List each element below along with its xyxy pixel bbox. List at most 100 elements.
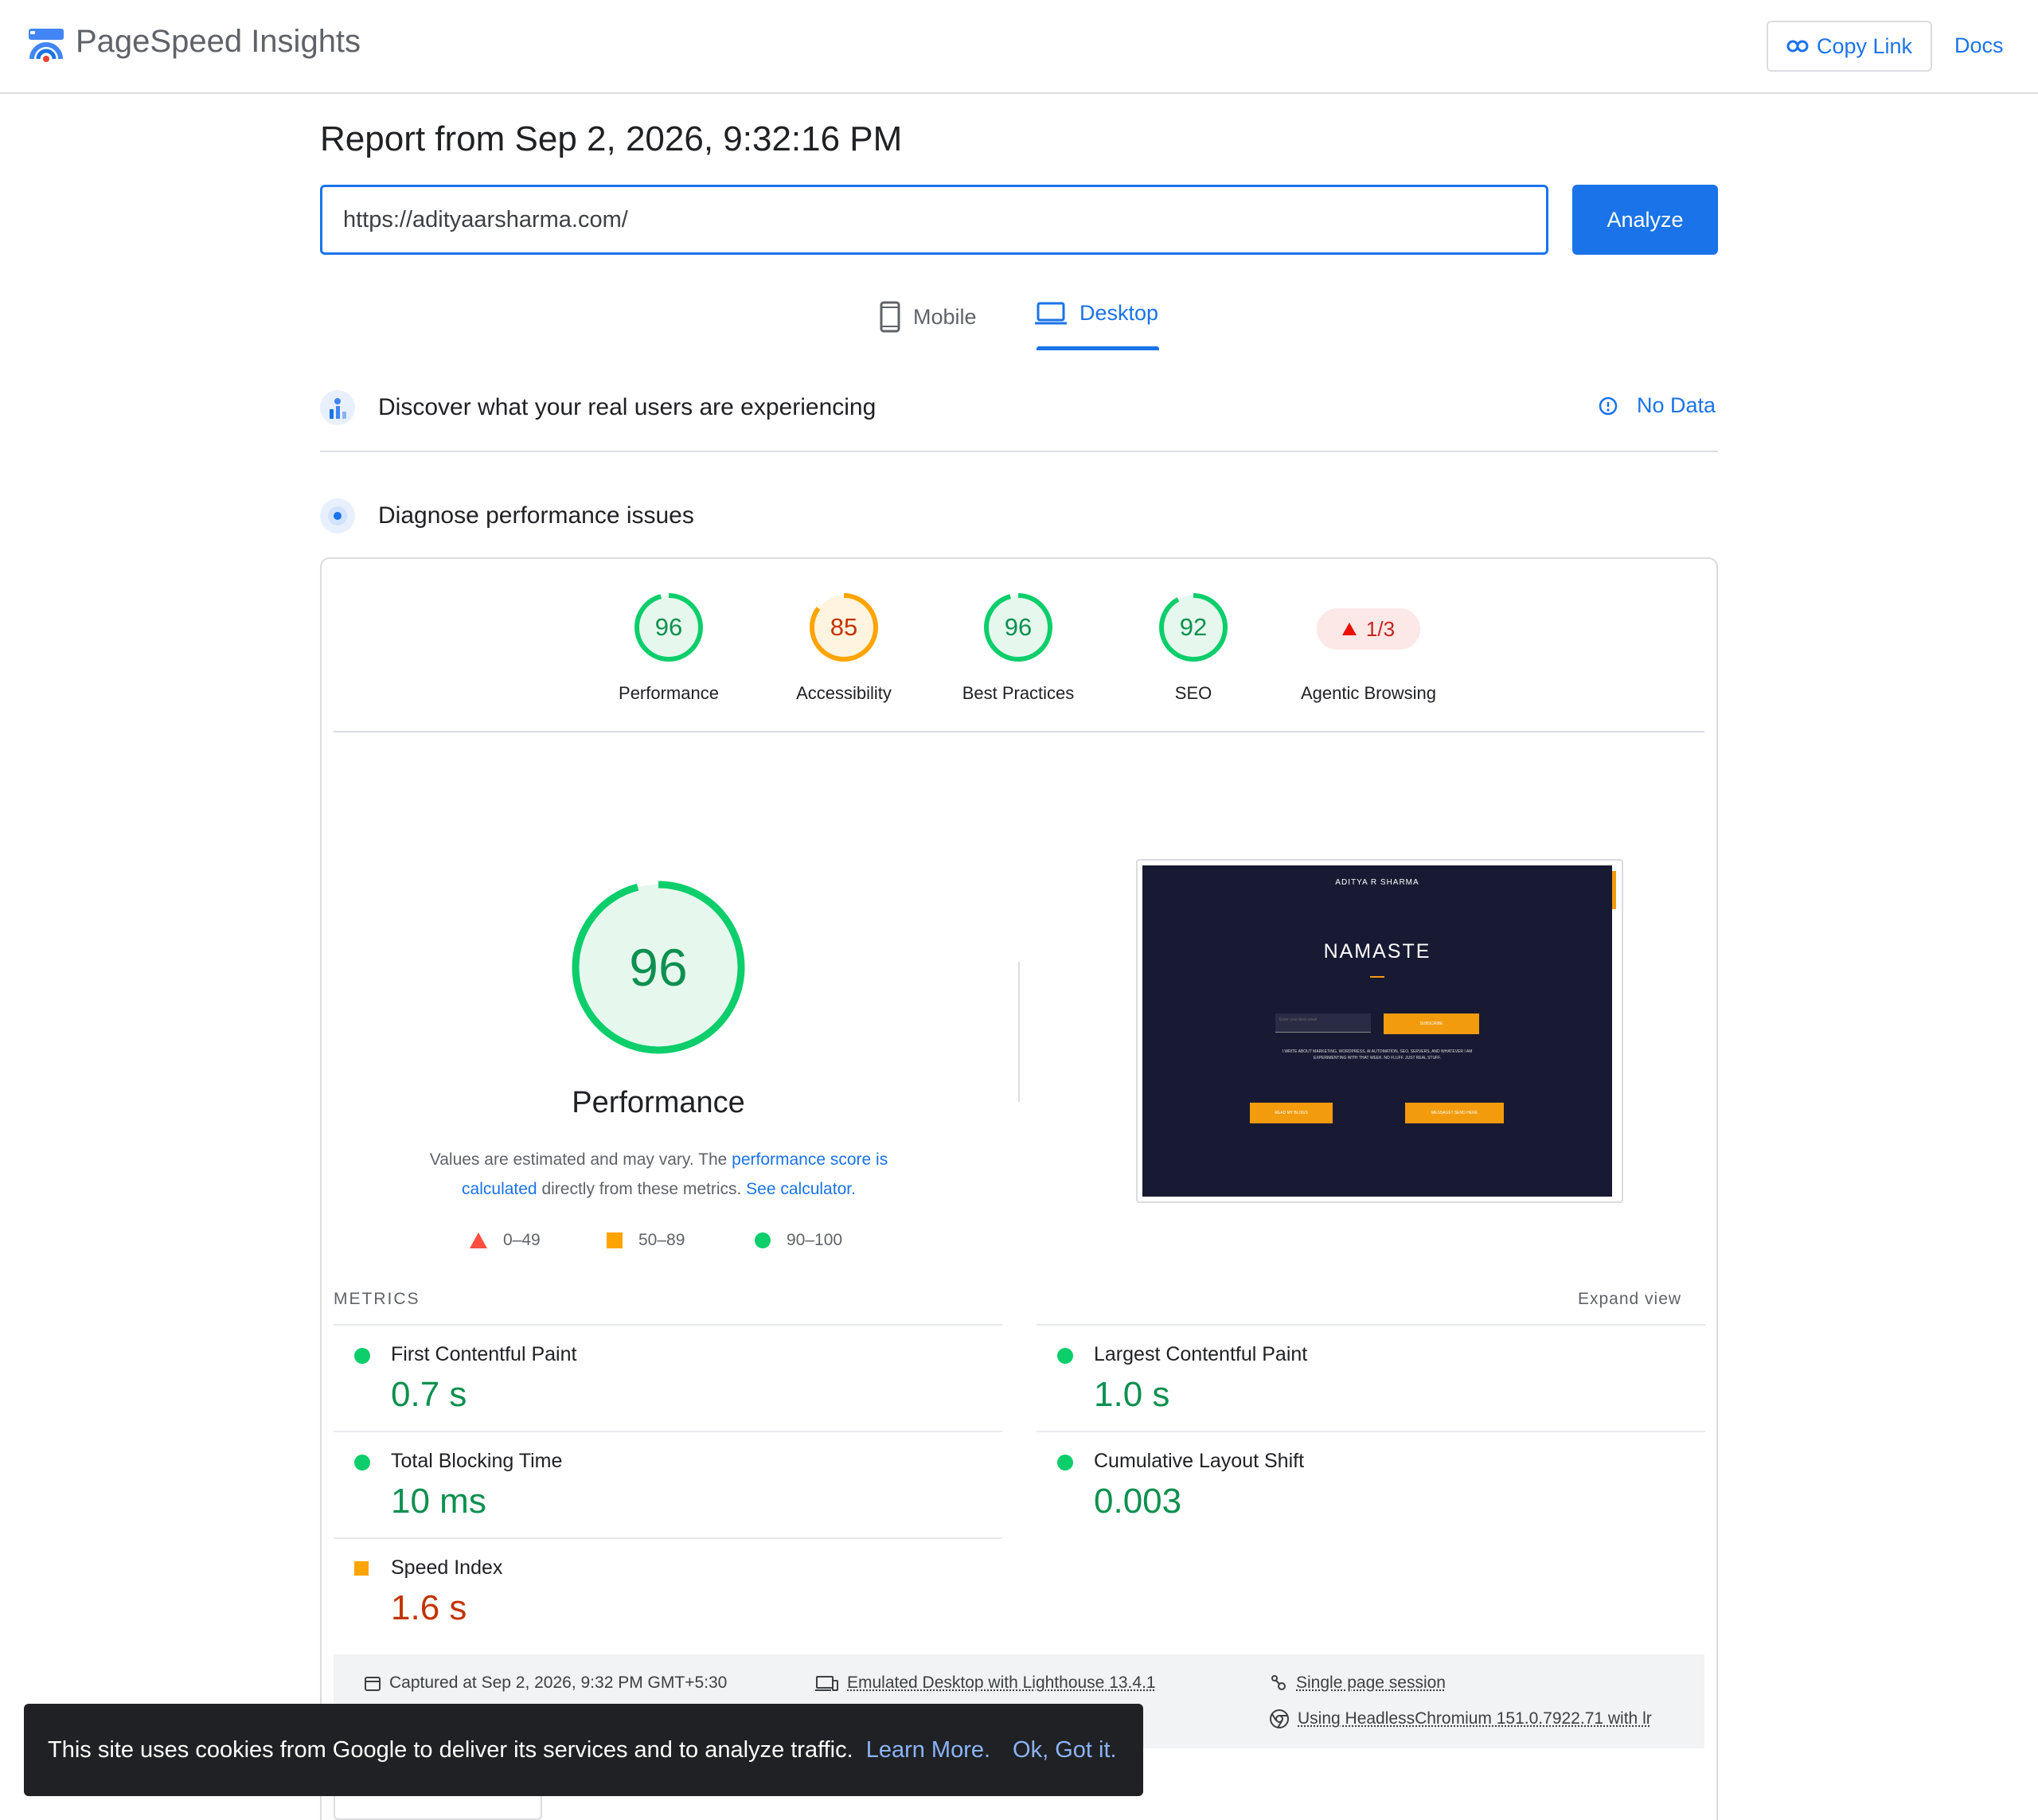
gauge-performance[interactable]: 96 [634,592,704,662]
vertical-separator [1018,962,1020,1102]
score-performance: 96 [654,613,683,641]
metric-cls-name: Cumulative Layout Shift [1094,1450,1305,1472]
report-title: Report from Sep 2, 2026, 9:32:16 PM [320,119,903,158]
devices-icon [815,1676,838,1691]
cookie-banner: This site uses cookies from Google to de… [24,1704,1143,1796]
no-data-status[interactable]: No Data [1599,393,1716,418]
legend-pass: 90–100 [755,1231,842,1250]
copy-link-label: Copy Link [1816,33,1913,58]
emulated-device-text: Emulated Desktop with Lighthouse 13.4.1 [847,1674,1156,1692]
cookie-text: This site uses cookies from Google to de… [48,1736,853,1763]
tab-mobile[interactable]: Mobile [880,301,977,333]
average-square-icon [607,1232,623,1248]
metric-fcp-name: First Contentful Paint [391,1343,577,1365]
pass-circle-icon [354,1348,370,1364]
shot-headline: NAMASTE [1323,940,1431,963]
performance-title: Performance [572,1086,745,1119]
final-screenshot: ADITYA R SHARMA NAMASTE Enter your best … [1142,865,1612,1197]
score-accessibility: 85 [830,613,858,641]
link-icon [1786,40,1809,53]
gauge-seo[interactable]: 92 [1158,592,1228,662]
shot-read-blogs-button: READ MY BLOGS [1250,1103,1333,1123]
metric-tbt-name: Total Blocking Time [391,1450,563,1472]
label-seo: SEO [1174,683,1212,703]
browser-version[interactable]: Using HeadlessChromium 151.0.7922.71 wit… [1269,1709,1652,1729]
agentic-browsing-badge[interactable]: 1/3 [1317,608,1420,650]
see-calculator-link[interactable]: See calculator. [746,1180,856,1198]
session-type-text: Single page session [1296,1674,1446,1692]
expand-view-toggle[interactable]: Expand view [1578,1290,1681,1309]
metric-cls-value: 0.003 [1094,1482,1182,1521]
tab-desktop[interactable]: Desktop [1035,301,1158,326]
metric-lcp-value: 1.0 s [1094,1375,1170,1414]
legend-fail-label: 0–49 [503,1231,541,1249]
desc-text-1: Values are estimated and may vary. The [429,1150,732,1169]
cookie-learn-more-link[interactable]: Learn More. [866,1737,990,1763]
average-square-icon [354,1561,369,1576]
pass-circle-icon [755,1232,771,1248]
section-divider [320,451,1718,452]
top-bar: PageSpeed Insights Copy Link Docs [0,0,2038,94]
warning-triangle-icon [1341,623,1357,635]
label-best-practices: Best Practices [962,683,1075,703]
gauge-best-practices[interactable]: 96 [983,592,1053,662]
legend-average-label: 50–89 [638,1231,685,1249]
legend-fail: 0–49 [470,1231,541,1250]
metric-si-value: 1.6 s [391,1588,467,1627]
laptop-icon [1035,302,1067,324]
diagnose-icon [320,498,355,533]
shot-message-button: MESSAGE? SEND HERE [1405,1103,1504,1123]
metric-cls: Cumulative Layout Shift 0.003 [1037,1431,1705,1537]
session-type[interactable]: Single page session [1269,1674,1446,1693]
shot-headline-underline [1370,976,1384,978]
shot-email-input: Enter your best email [1275,1013,1371,1033]
shot-site-name: ADITYA R SHARMA [1335,878,1419,887]
performance-score: 96 [629,938,688,997]
brand-title[interactable]: PageSpeed Insights [76,24,361,60]
users-chart-icon [320,390,355,425]
cookie-ok-button[interactable]: Ok, Got it. [1013,1737,1117,1763]
analyze-button[interactable]: Analyze [1572,185,1718,255]
metrics-heading: METRICS [334,1290,420,1308]
copy-link-button[interactable]: Copy Link [1767,21,1932,72]
field-data-title: Discover what your real users are experi… [378,394,876,420]
no-data-label: No Data [1637,393,1716,417]
diagnose-title: Diagnose performance issues [378,502,694,529]
legend-average: 50–89 [607,1231,685,1250]
score-best-practices: 96 [1004,613,1033,641]
pass-circle-icon [1057,1455,1073,1470]
smartphone-icon [880,301,900,333]
browser-version-text: Using HeadlessChromium 151.0.7922.71 wit… [1298,1709,1652,1728]
page: PageSpeed Insights Copy Link Docs Report… [0,0,2038,1820]
gauge-accessibility[interactable]: 85 [809,592,879,662]
performance-description: Values are estimated and may vary. The p… [390,1145,927,1204]
label-agentic-browsing: Agentic Browsing [1301,683,1436,703]
active-tab-indicator [1037,346,1159,350]
shot-blurb: I WRITE ABOUT MARKETING, WORDPRESS, AI A… [1282,1049,1473,1060]
pagespeed-logo-icon[interactable] [27,24,65,65]
docs-link[interactable]: Docs [1954,33,2004,58]
metric-fcp-value: 0.7 s [391,1375,467,1414]
label-performance: Performance [619,683,719,703]
pass-circle-icon [1057,1348,1073,1364]
metric-tbt-value: 10 ms [391,1482,486,1521]
pass-circle-icon [354,1455,370,1470]
score-seo: 92 [1179,613,1208,641]
metric-si-name: Speed Index [391,1556,503,1579]
metric-lcp-name: Largest Contentful Paint [1094,1343,1308,1365]
calendar-icon [365,1677,381,1691]
metric-tbt: Total Blocking Time 10 ms [334,1431,1002,1537]
captured-at-text: Captured at Sep 2, 2026, 9:32 PM GMT+5:3… [389,1674,728,1692]
chrome-icon [1270,1709,1289,1728]
fail-triangle-icon [470,1232,487,1248]
tab-desktop-label: Desktop [1080,301,1159,325]
info-icon [1599,396,1618,415]
metric-fcp: First Contentful Paint 0.7 s [334,1324,1002,1431]
score-agentic: 1/3 [1365,616,1396,641]
label-accessibility: Accessibility [796,683,892,703]
metric-lcp: Largest Contentful Paint 1.0 s [1037,1324,1705,1431]
desc-text-2: directly from these metrics. [537,1180,747,1198]
captured-at: Captured at Sep 2, 2026, 9:32 PM GMT+5:3… [364,1674,727,1693]
emulated-device[interactable]: Emulated Desktop with Lighthouse 13.4.1 [815,1674,1156,1693]
url-input[interactable] [320,185,1548,255]
